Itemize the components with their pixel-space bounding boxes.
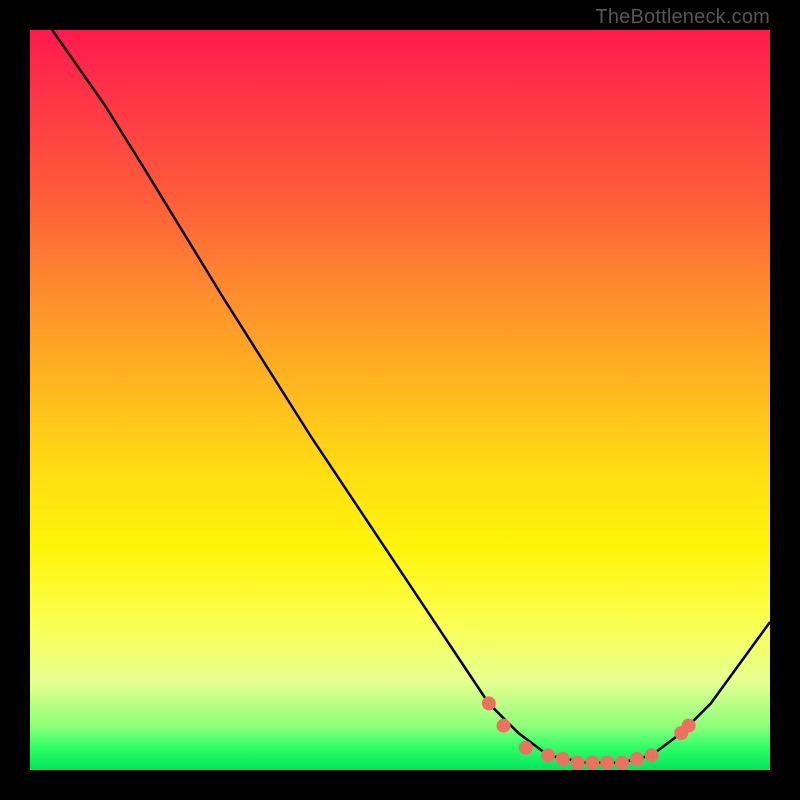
chart-frame: TheBottleneck.com [0,0,800,800]
marker-dot [497,719,511,733]
bottleneck-curve [52,30,770,763]
marker-dot [556,752,570,766]
plot-area [30,30,770,770]
marker-dot [571,756,585,770]
marker-dot [645,748,659,762]
curve-markers [482,696,696,769]
curve-svg [30,30,770,770]
marker-dot [541,748,555,762]
marker-dot [482,696,496,710]
marker-dot [600,756,614,770]
marker-dot [585,756,599,770]
marker-dot [682,719,696,733]
marker-dot [630,752,644,766]
watermark-text: TheBottleneck.com [595,6,770,29]
marker-dot [519,741,533,755]
marker-dot [615,756,629,770]
